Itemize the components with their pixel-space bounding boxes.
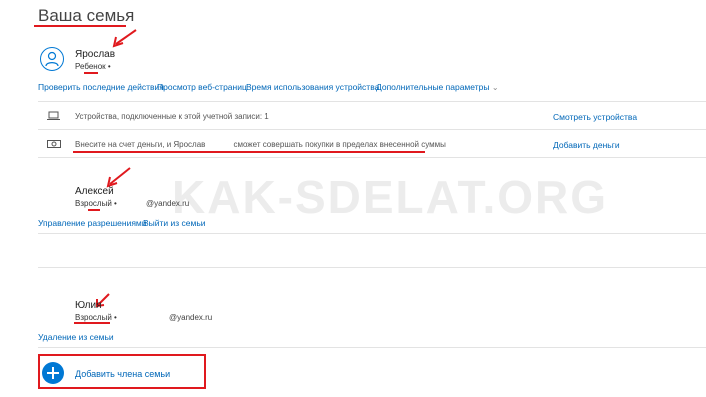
annotation-arrow-icon [106, 167, 131, 188]
money-icon [47, 140, 61, 148]
member-name-yaroslav: Ярослав [75, 49, 116, 60]
divider [38, 101, 706, 102]
screen-time-link[interactable]: Время использования устройства [246, 82, 379, 92]
add-money-hint-text: Внесите на счет деньги, и Ярослав сможет … [75, 140, 446, 149]
laptop-icon [47, 111, 60, 120]
annotation-underline-role [84, 72, 98, 74]
more-settings-link[interactable]: Дополнительные параметры ⌄ [376, 82, 499, 92]
devices-count-text: Устройства, подключенные к этой учетной … [75, 112, 269, 121]
member-name-yulia: Юлия [75, 300, 102, 311]
manage-permissions-link[interactable]: Управление разрешениями [38, 218, 147, 228]
annotation-arrow-icon [112, 29, 137, 48]
person-icon [45, 51, 59, 67]
divider [38, 267, 706, 268]
add-family-member-button[interactable]: Добавить члена семьи [75, 369, 170, 379]
view-devices-link[interactable]: Смотреть устройства [553, 112, 637, 122]
divider [38, 157, 706, 158]
page-title: Ваша семья [38, 6, 135, 25]
annotation-underline-money [73, 151, 425, 153]
divider [38, 347, 706, 348]
divider [38, 233, 706, 234]
check-recent-activity-link[interactable]: Проверить последние действия [38, 82, 164, 92]
remove-from-family-link[interactable]: Удаление из семьи [38, 332, 114, 342]
member-role: Ребенок • [75, 62, 111, 71]
leave-family-link[interactable]: Выйти из семьи [143, 218, 206, 228]
divider [38, 129, 706, 130]
add-icon[interactable] [42, 362, 64, 384]
annotation-underline-role [74, 322, 110, 324]
member-email: @yandex.ru [169, 313, 213, 322]
annotation-underline-title [34, 25, 126, 27]
member-email: @yandex.ru [146, 199, 190, 208]
member-role: Взрослый • [75, 199, 117, 208]
watermark-text: KAK-SDELAT.ORG [172, 171, 609, 223]
chevron-down-icon: ⌄ [491, 83, 499, 92]
annotation-underline-role [88, 209, 100, 211]
web-browsing-link[interactable]: Просмотр веб-страниц [157, 82, 247, 92]
avatar [40, 47, 64, 71]
member-name-aleksey: Алексей [75, 186, 114, 197]
add-money-link[interactable]: Добавить деньги [553, 140, 620, 150]
member-role: Взрослый • [75, 313, 117, 322]
